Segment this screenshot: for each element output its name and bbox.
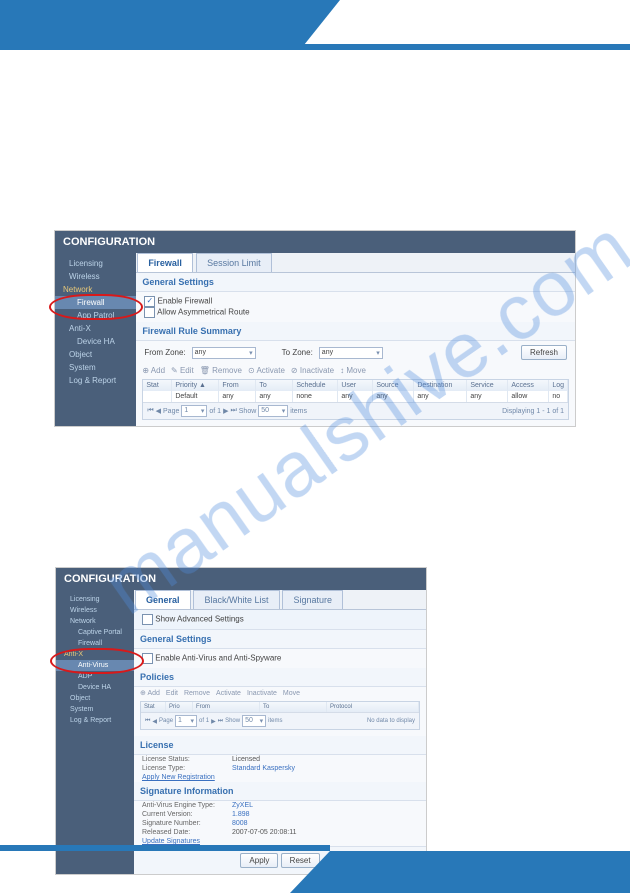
enable-firewall-label: Enable Firewall (158, 297, 213, 306)
sidebar-item-logreport[interactable]: Log & Report (56, 715, 134, 726)
page-input[interactable]: 1 (175, 715, 197, 727)
to-zone-select[interactable]: any (319, 347, 383, 359)
config-title: CONFIGURATION (56, 568, 426, 590)
license-title: License (134, 736, 426, 755)
page-size-select[interactable]: 50 (242, 715, 266, 727)
col-to[interactable]: To (256, 380, 293, 391)
activate-button[interactable]: Activate (216, 690, 241, 697)
sidebar-item-system[interactable]: System (56, 704, 134, 715)
add-button[interactable]: ⊕ Add (142, 366, 165, 375)
from-zone-select[interactable]: any (192, 347, 256, 359)
from-zone-label: From Zone: (144, 348, 185, 357)
col-stat[interactable]: Stat (143, 380, 172, 391)
rule-summary-title: Firewall Rule Summary (136, 322, 575, 341)
pager-display: Displaying 1 - 1 of 1 (502, 408, 564, 415)
col-priority[interactable]: Priority ▲ (172, 380, 219, 391)
col-source[interactable]: Source (373, 380, 414, 391)
signature-info-title: Signature Information (134, 782, 426, 801)
tab-general[interactable]: General (135, 590, 191, 609)
watermark: manualshive.com (315, 446, 316, 447)
col-schedule[interactable]: Schedule (293, 380, 338, 391)
pager-prev-icon[interactable]: ◀ (156, 407, 161, 415)
page-footer (0, 845, 630, 893)
remove-button[interactable]: Remove (184, 690, 210, 697)
pager-next-icon[interactable]: ▶ (223, 407, 228, 415)
sidebar-item-logreport[interactable]: Log & Report (55, 374, 136, 387)
tab-session-limit[interactable]: Session Limit (196, 253, 272, 272)
no-data-label: No data to display (367, 718, 415, 724)
tab-firewall[interactable]: Firewall (137, 253, 193, 272)
enable-av-label: Enable Anti-Virus and Anti-Spyware (155, 654, 281, 663)
table-row[interactable]: Default any any none any any any any all… (143, 391, 568, 402)
sidebar-item-licensing[interactable]: Licensing (56, 594, 134, 605)
move-button[interactable]: Move (283, 690, 300, 697)
pager: ⏮◀ Page 1 of 1 ▶⏭ Show 50 items Displayi… (143, 402, 568, 419)
tab-blackwhite[interactable]: Black/White List (193, 590, 279, 609)
policies-title: Policies (134, 668, 426, 687)
page-header (0, 0, 630, 60)
sidebar-item-object[interactable]: Object (55, 348, 136, 361)
col-log[interactable]: Log (549, 380, 568, 391)
rules-table: Stat Priority ▲ From To Schedule User So… (142, 379, 569, 420)
inactivate-button[interactable]: ⊘ Inactivate (291, 366, 334, 375)
col-from[interactable]: From (219, 380, 256, 391)
firewall-screenshot: CONFIGURATION Licensing Wireless Network… (54, 230, 576, 427)
edit-button[interactable]: ✎ Edit (171, 366, 194, 375)
sidebar-item-wireless[interactable]: Wireless (55, 270, 136, 283)
page-size-select[interactable]: 50 (258, 405, 288, 417)
antivirus-screenshot: CONFIGURATION Licensing Wireless Network… (55, 567, 427, 875)
to-zone-label: To Zone: (282, 348, 313, 357)
pager-last-icon[interactable]: ⏭ (230, 407, 236, 415)
refresh-button[interactable]: Refresh (521, 345, 567, 360)
sidebar-item-object[interactable]: Object (56, 693, 134, 704)
pager-prev-icon[interactable]: ◀ (152, 718, 157, 725)
pager-first-icon[interactable]: ⏮ (147, 407, 153, 415)
show-advanced-label: Show Advanced Settings (155, 615, 244, 624)
page-input[interactable]: 1 (181, 405, 207, 417)
activate-button[interactable]: ⊙ Activate (248, 366, 285, 375)
general-settings-title: General Settings (134, 630, 426, 649)
asym-route-checkbox[interactable] (144, 307, 155, 318)
sidebar: Licensing Wireless Network Captive Porta… (56, 590, 134, 874)
sidebar-item-deviceha[interactable]: Device HA (56, 682, 134, 693)
show-advanced-checkbox[interactable] (142, 614, 153, 625)
inactivate-button[interactable]: Inactivate (247, 690, 277, 697)
highlight-circle (50, 648, 144, 674)
remove-button[interactable]: 🗑 Remove (200, 366, 242, 375)
col-service[interactable]: Service (467, 380, 508, 391)
apply-registration-link[interactable]: Apply New Registration (142, 774, 215, 781)
col-user[interactable]: User (338, 380, 373, 391)
col-access[interactable]: Access (508, 380, 549, 391)
sidebar-item-captive[interactable]: Captive Portal (56, 627, 134, 638)
edit-button[interactable]: Edit (166, 690, 178, 697)
sidebar: Licensing Wireless Network Firewall App … (55, 253, 136, 426)
sidebar-item-network[interactable]: Network (56, 616, 134, 627)
general-settings-title: General Settings (136, 273, 575, 292)
sidebar-item-wireless[interactable]: Wireless (56, 605, 134, 616)
sidebar-item-system[interactable]: System (55, 361, 136, 374)
pager-first-icon[interactable]: ⏮ (145, 718, 150, 725)
main-panel: Firewall Session Limit General Settings … (136, 253, 575, 426)
sidebar-item-deviceha[interactable]: Device HA (55, 335, 136, 348)
col-destination[interactable]: Destination (414, 380, 467, 391)
main-panel: General Black/White List Signature Show … (134, 590, 426, 874)
pager-last-icon[interactable]: ⏭ (218, 718, 223, 725)
asym-route-label: Allow Asymmetrical Route (157, 308, 249, 317)
add-button[interactable]: ⊕ Add (140, 689, 160, 697)
config-title: CONFIGURATION (55, 231, 575, 253)
sidebar-item-licensing[interactable]: Licensing (55, 257, 136, 270)
pager-next-icon[interactable]: ▶ (211, 718, 216, 725)
policies-table: Stat Prio From To Protocol ⏮◀ Page 1 of … (140, 701, 420, 730)
enable-firewall-checkbox[interactable]: ✓ (144, 296, 155, 307)
highlight-circle (49, 294, 143, 320)
update-signatures-link[interactable]: Update Signatures (142, 838, 200, 845)
sidebar-item-antix[interactable]: Anti-X (55, 322, 136, 335)
tab-signature[interactable]: Signature (282, 590, 343, 609)
move-button[interactable]: ↕ Move (340, 366, 366, 375)
